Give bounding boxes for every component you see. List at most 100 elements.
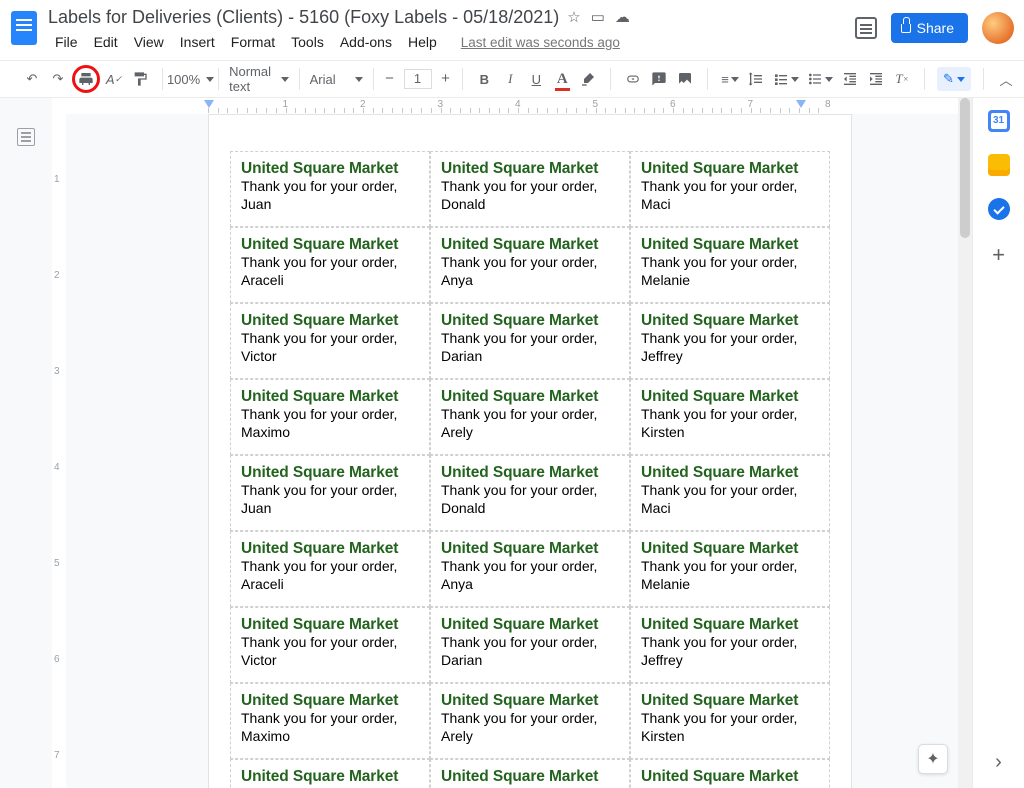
cloud-status-icon: ☁ xyxy=(615,8,630,26)
bold-button[interactable]: B xyxy=(472,66,496,92)
menu-file[interactable]: File xyxy=(48,31,85,53)
comments-icon[interactable] xyxy=(855,17,877,39)
label-business: United Square Market xyxy=(641,539,819,558)
label-message: Thank you for your order, Araceli xyxy=(241,558,419,593)
document-area[interactable]: 12345678 1234567 United Square MarketTha… xyxy=(52,98,972,788)
menu-help[interactable]: Help xyxy=(401,31,444,53)
label-cell[interactable]: United Square MarketThank you for your o… xyxy=(630,227,830,303)
zoom-select[interactable]: 100% xyxy=(167,66,214,92)
label-cell[interactable]: United Square MarketThank you for your o… xyxy=(430,227,630,303)
horizontal-ruler[interactable]: 12345678 xyxy=(52,98,958,114)
italic-button[interactable]: I xyxy=(498,66,522,92)
document-page[interactable]: United Square MarketThank you for your o… xyxy=(208,114,852,788)
last-edit-text[interactable]: Last edit was seconds ago xyxy=(454,32,627,53)
menu-tools[interactable]: Tools xyxy=(284,31,331,53)
account-avatar[interactable] xyxy=(982,12,1014,44)
label-cell[interactable]: United Square MarketThank you for your o… xyxy=(230,683,430,759)
label-row: United Square MarketThank you for your o… xyxy=(230,227,830,303)
increase-indent-button[interactable] xyxy=(864,66,888,92)
document-outline-icon[interactable] xyxy=(17,128,35,146)
vertical-scrollbar[interactable] xyxy=(958,98,972,788)
checklist-button[interactable] xyxy=(770,66,802,92)
font-size-decrease[interactable]: − xyxy=(378,69,402,89)
label-message: Thank you for your order, Victor xyxy=(241,330,419,365)
side-panel-expand-icon[interactable]: › xyxy=(995,751,1002,774)
paragraph-style-select[interactable]: Normal text xyxy=(223,66,295,92)
star-icon[interactable]: ☆ xyxy=(567,8,580,26)
label-message: Thank you for your order, Donald xyxy=(441,482,619,517)
menu-format[interactable]: Format xyxy=(224,31,282,53)
label-cell[interactable]: United Square MarketThank you for your o… xyxy=(230,759,430,788)
label-cell[interactable]: United Square MarketThank you for your o… xyxy=(630,151,830,227)
add-comment-button[interactable] xyxy=(647,66,671,92)
align-button[interactable]: ≡ xyxy=(718,66,742,92)
share-button[interactable]: Share xyxy=(891,13,968,43)
label-cell[interactable]: United Square MarketThank you for your o… xyxy=(230,227,430,303)
keep-icon[interactable] xyxy=(988,154,1010,176)
explore-button[interactable]: ✦ xyxy=(918,744,948,774)
print-button[interactable] xyxy=(72,65,100,93)
text-color-button[interactable]: A xyxy=(550,66,574,92)
editing-mode-button[interactable]: ✎ xyxy=(937,67,971,91)
scrollbar-thumb[interactable] xyxy=(960,98,970,238)
undo-button[interactable]: ↶ xyxy=(20,66,44,92)
label-cell[interactable]: United Square MarketThank you for your o… xyxy=(430,151,630,227)
label-cell[interactable]: United Square MarketThank you for your o… xyxy=(430,531,630,607)
label-business: United Square Market xyxy=(241,691,419,710)
label-cell[interactable]: United Square MarketThank you for your o… xyxy=(230,607,430,683)
label-message: Thank you for your order, Maci xyxy=(641,178,819,213)
add-on-plus-icon[interactable]: + xyxy=(992,242,1005,268)
clear-formatting-button[interactable]: T× xyxy=(890,66,914,92)
label-cell[interactable]: United Square MarketThank you for your o… xyxy=(630,531,830,607)
label-cell[interactable]: United Square MarketThank you for your o… xyxy=(430,683,630,759)
label-message: Thank you for your order, Jeffrey xyxy=(641,634,819,669)
label-cell[interactable]: United Square MarketThank you for your o… xyxy=(430,379,630,455)
font-size-input[interactable]: 1 xyxy=(404,69,432,89)
label-cell[interactable]: United Square MarketThank you for your o… xyxy=(630,683,830,759)
line-spacing-button[interactable] xyxy=(744,66,768,92)
insert-image-button[interactable] xyxy=(673,66,697,92)
label-cell[interactable]: United Square MarketThank you for your o… xyxy=(430,759,630,788)
calendar-icon[interactable] xyxy=(988,110,1010,132)
menu-view[interactable]: View xyxy=(127,31,171,53)
tasks-icon[interactable] xyxy=(988,198,1010,220)
label-cell[interactable]: United Square MarketThank you for your o… xyxy=(230,531,430,607)
label-cell[interactable]: United Square MarketThank you for your o… xyxy=(230,151,430,227)
label-cell[interactable]: United Square MarketThank you for your o… xyxy=(430,303,630,379)
label-cell[interactable]: United Square MarketThank you for your o… xyxy=(630,455,830,531)
decrease-indent-button[interactable] xyxy=(838,66,862,92)
label-cell[interactable]: United Square MarketThank you for your o… xyxy=(630,607,830,683)
label-cell[interactable]: United Square MarketThank you for your o… xyxy=(430,455,630,531)
menu-insert[interactable]: Insert xyxy=(173,31,222,53)
label-cell[interactable]: United Square MarketThank you for your o… xyxy=(630,759,830,788)
label-cell[interactable]: United Square MarketThank you for your o… xyxy=(630,303,830,379)
label-cell[interactable]: United Square MarketThank you for your o… xyxy=(230,303,430,379)
label-business: United Square Market xyxy=(441,539,619,558)
label-cell[interactable]: United Square MarketThank you for your o… xyxy=(230,379,430,455)
label-business: United Square Market xyxy=(441,691,619,710)
underline-button[interactable]: U xyxy=(524,66,548,92)
label-cell[interactable]: United Square MarketThank you for your o… xyxy=(430,607,630,683)
label-business: United Square Market xyxy=(441,387,619,406)
vertical-ruler[interactable]: 1234567 xyxy=(52,114,66,788)
collapse-toolbar-button[interactable]: ︿ xyxy=(996,69,1016,89)
share-label: Share xyxy=(917,20,954,36)
bullet-list-button[interactable] xyxy=(804,66,836,92)
menu-edit[interactable]: Edit xyxy=(87,31,125,53)
insert-link-button[interactable] xyxy=(621,66,645,92)
ruler-v-label: 1 xyxy=(54,174,60,185)
label-cell[interactable]: United Square MarketThank you for your o… xyxy=(630,379,830,455)
document-title[interactable]: Labels for Deliveries (Clients) - 5160 (… xyxy=(48,7,559,28)
label-message: Thank you for your order, Arely xyxy=(441,406,619,441)
left-gutter xyxy=(0,98,52,788)
highlight-button[interactable] xyxy=(576,66,600,92)
font-select[interactable]: Arial xyxy=(304,66,369,92)
docs-logo[interactable] xyxy=(6,10,42,46)
menu-add-ons[interactable]: Add-ons xyxy=(333,31,399,53)
paint-format-button[interactable] xyxy=(128,66,152,92)
font-size-increase[interactable]: + xyxy=(434,69,458,89)
move-icon[interactable]: ▭ xyxy=(591,8,605,26)
label-cell[interactable]: United Square MarketThank you for your o… xyxy=(230,455,430,531)
spellcheck-button[interactable]: A✓ xyxy=(102,66,126,92)
redo-button[interactable]: ↷ xyxy=(46,66,70,92)
